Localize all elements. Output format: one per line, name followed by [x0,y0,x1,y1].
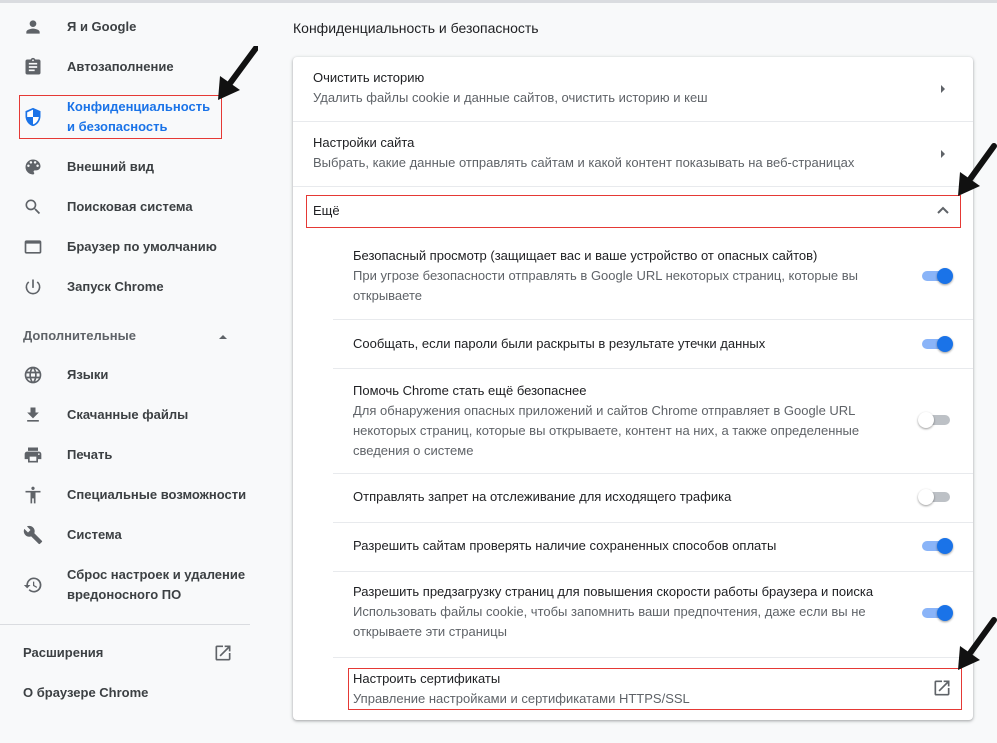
printer-icon [24,447,42,463]
setting-title: Безопасный просмотр (защищает вас и ваше… [353,248,818,263]
sidebar-item-label: Автозаполнение [67,59,174,74]
search-icon [25,199,41,215]
sidebar-item-on-startup[interactable]: Запуск Chrome [0,267,250,307]
row-title: Очистить историю [313,70,425,85]
setting-title: Отправлять запрет на отслеживание для ис… [353,489,732,504]
sidebar-item-privacy[interactable]: Конфиденциальность и безопасность [0,95,250,139]
open-in-new-icon[interactable] [213,643,233,663]
page-title: Конфиденциальность и безопасность [293,20,539,36]
more-label: Ещё [313,203,340,218]
setting-title: Настроить сертификаты [353,671,501,686]
advanced-section-heading: Дополнительные [23,328,136,343]
chevron-up-icon[interactable] [936,205,950,215]
setting-description: Управление настройками и сертификатами H… [353,691,690,706]
sidebar-item-system[interactable]: Система [0,515,250,555]
sidebar-item-label: Скачанные файлы [67,407,189,422]
sidebar-item-default-browser[interactable]: Браузер по умолчанию [0,227,250,267]
sidebar-item-search-engine[interactable]: Поисковая система [0,187,250,227]
chevron-right-icon [941,85,945,93]
sidebar-item-label: Конфиденциальность и безопасность [67,99,211,134]
setting-description: Использовать файлы cookie, чтобы запомни… [353,604,866,619]
help-chrome-safer-toggle[interactable] [918,410,952,430]
sidebar-item-label: Языки [67,367,109,382]
setting-description: открываете эти страницы [353,624,507,639]
download-icon [27,407,39,422]
safe-browsing-toggle[interactable] [920,266,954,286]
globe-icon [24,366,42,384]
preload-pages-toggle[interactable] [920,603,954,623]
do-not-track-row: Отправлять запрет на отслеживание для ис… [293,474,973,522]
setting-description: некоторых страниц, которые вы открываете… [353,423,860,438]
clear-history-row[interactable]: Очистить историю Удалить файлы cookie и … [293,57,973,121]
open-in-new-icon[interactable] [932,678,952,698]
sidebar-item-label: Браузер по умолчанию [67,239,217,254]
annotation-arrow-icon [958,617,997,670]
sidebar-item-label: Поисковая система [67,199,193,214]
setting-description: При угрозе безопасности отправлять в Goo… [353,268,859,283]
sidebar-item-reset[interactable]: Сброс настроек и удаление вредоносного П… [0,563,250,607]
sidebar-item-appearance[interactable]: Внешний вид [0,147,250,187]
do-not-track-toggle[interactable] [918,487,952,507]
manage-certificates-row[interactable]: Настроить сертификаты Управление настрой… [293,658,973,720]
sidebar-item-label: Запуск Chrome [67,279,164,294]
sidebar-item-downloads[interactable]: Скачанные файлы [0,395,250,435]
sidebar-item-label: Система [67,527,122,542]
person-icon [26,20,40,34]
settings-card: Очистить историю Удалить файлы cookie и … [293,57,973,720]
setting-title: Разрешить сайтам проверять наличие сохра… [353,538,777,553]
setting-description: Для обнаружения опасных приложений и сай… [353,403,856,418]
sidebar: Я и Google Автозаполнение Конфиденциальн… [0,3,250,743]
setting-title: Помочь Chrome стать ещё безопаснее [353,383,587,398]
more-expander-row[interactable]: Ещё [293,187,973,235]
setting-description: открываете [353,288,422,303]
annotation-arrow-icon [958,143,997,196]
help-chrome-safer-row: Помочь Chrome стать ещё безопаснее Для о… [293,369,973,473]
restore-icon [23,577,42,593]
extensions-link[interactable]: Расширения [23,645,103,660]
annotation-arrow-icon [218,46,258,100]
about-chrome-link[interactable]: О браузере Chrome [23,685,148,700]
preload-pages-row: Разрешить предзагрузку страниц для повыш… [293,572,973,656]
sidebar-divider [0,624,250,625]
shield-icon [25,107,41,127]
sidebar-item-you-and-google[interactable]: Я и Google [0,7,250,47]
password-leak-row: Сообщать, если пароли были раскрыты в ре… [293,320,973,368]
row-title: Настройки сайта [313,135,415,150]
sidebar-item-autofill[interactable]: Автозаполнение [0,47,250,87]
row-subtitle: Удалить файлы cookie и данные сайтов, оч… [313,90,708,105]
collapse-arrow-icon[interactable] [216,330,230,344]
accessibility-icon [25,486,41,504]
safe-browsing-row: Безопасный просмотр (защищает вас и ваше… [293,240,973,318]
password-leak-toggle[interactable] [920,334,954,354]
palette-icon [25,159,41,175]
sidebar-item-languages[interactable]: Языки [0,355,250,395]
row-subtitle: Выбрать, какие данные отправлять сайтам … [313,155,855,170]
chevron-right-icon [941,150,945,158]
sidebar-item-label: Я и Google [67,19,137,34]
wrench-icon [23,525,43,545]
payment-methods-row: Разрешить сайтам проверять наличие сохра… [293,523,973,571]
setting-description: сведения о системе [353,443,474,458]
site-settings-row[interactable]: Настройки сайта Выбрать, какие данные от… [293,122,973,186]
browser-window-icon [24,240,42,254]
clipboard-icon [25,57,41,75]
setting-title: Разрешить предзагрузку страниц для повыш… [353,584,874,599]
payment-methods-toggle[interactable] [920,536,954,556]
sidebar-item-printing[interactable]: Печать [0,435,250,475]
setting-title: Сообщать, если пароли были раскрыты в ре… [353,336,766,351]
sidebar-item-label: Печать [67,447,113,462]
power-icon [25,279,41,295]
sidebar-item-label: Специальные возможности [67,487,247,502]
sidebar-item-label: Внешний вид [67,159,154,174]
sidebar-item-accessibility[interactable]: Специальные возможности [0,475,250,515]
sidebar-item-label: Сброс настроек и удаление вредоносного П… [67,567,246,602]
